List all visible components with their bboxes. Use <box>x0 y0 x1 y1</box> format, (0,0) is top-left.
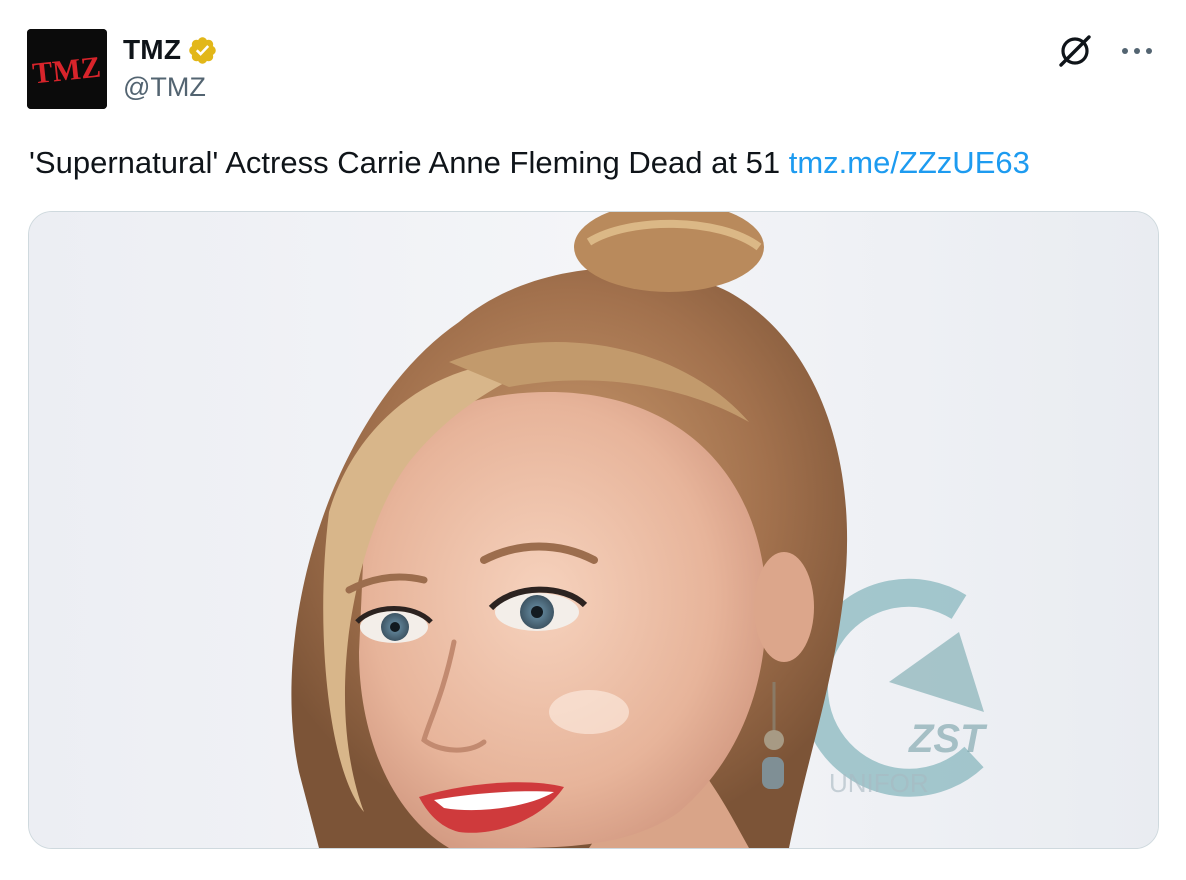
verified-badge-icon <box>189 36 216 64</box>
author-info: TMZ @TMZ <box>123 33 218 103</box>
grok-icon <box>1059 35 1091 67</box>
handle[interactable]: @TMZ <box>123 72 218 103</box>
tweet-text: 'Supernatural' Actress Carrie Anne Flemi… <box>29 143 1030 183</box>
tweet-actions <box>1054 30 1158 72</box>
media-photo: ZST UNIFOR <box>29 212 1158 848</box>
tmz-logo-icon: TMZ <box>27 29 107 109</box>
tweet-body: 'Supernatural' Actress Carrie Anne Flemi… <box>29 145 781 180</box>
display-name[interactable]: TMZ <box>123 34 181 66</box>
avatar[interactable]: TMZ <box>27 29 107 109</box>
more-button[interactable] <box>1116 30 1158 72</box>
tweet-card: TMZ TMZ @TMZ 'Supernatural' Actress Carr… <box>0 0 1186 880</box>
backdrop-text-1: ZST <box>908 717 988 761</box>
more-horizontal-icon <box>1122 48 1152 54</box>
tweet-link[interactable]: tmz.me/ZZzUE63 <box>789 145 1030 180</box>
grok-button[interactable] <box>1054 30 1096 72</box>
backdrop-text-2: UNIFOR <box>829 768 929 798</box>
tweet-media[interactable]: ZST UNIFOR <box>28 211 1159 849</box>
